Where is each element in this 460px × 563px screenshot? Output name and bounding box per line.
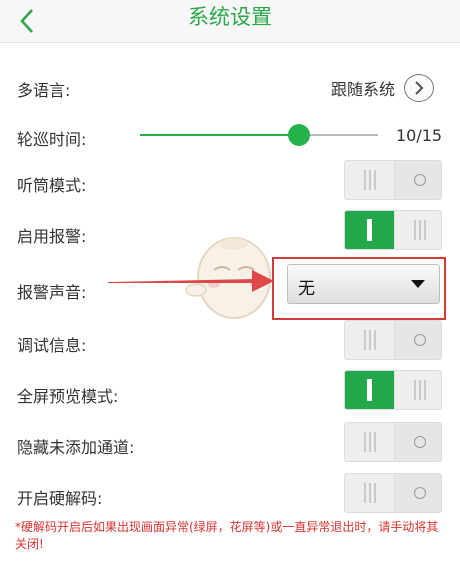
alarm-sound-select[interactable]: 无 — [287, 264, 440, 304]
hide-channels-toggle[interactable] — [344, 422, 442, 462]
circle-icon — [413, 436, 426, 448]
hide-channels-label: 隐藏未添加通道: — [17, 438, 135, 457]
language-label: 多语言: — [17, 81, 71, 100]
hw-decode-warning: *硬解码开启后如果出现画面异常(绿屏，花屏等)或一直异常退出时，请手动将其关闭! — [15, 520, 439, 551]
hw-decode-toggle[interactable] — [344, 473, 442, 513]
earpiece-mode-toggle[interactable] — [344, 160, 442, 200]
fullscreen-preview-toggle[interactable] — [344, 370, 442, 410]
language-value[interactable]: 跟随系统 — [331, 76, 395, 100]
hw-decode-label: 开启硬解码: — [17, 489, 103, 508]
mascot-icon — [185, 237, 271, 319]
red-arrow-icon — [108, 270, 274, 292]
enable-alarm-toggle[interactable] — [344, 210, 442, 250]
patrol-time-label: 轮巡时间: — [17, 130, 87, 149]
enable-alarm-label: 启用报警: — [17, 227, 87, 246]
circle-icon — [413, 174, 426, 186]
patrol-time-value: 10/15 — [396, 126, 443, 145]
dropdown-arrow-icon — [411, 280, 425, 288]
title-bar: 系统设置 — [0, 0, 460, 43]
earpiece-mode-label: 听筒模式: — [17, 176, 87, 195]
alarm-sound-selected: 无 — [298, 279, 315, 299]
debug-info-toggle[interactable] — [344, 320, 442, 360]
fullscreen-preview-label: 全屏预览模式: — [17, 387, 119, 406]
on-bar-icon — [367, 379, 372, 401]
slider-thumb[interactable] — [287, 124, 310, 146]
alarm-sound-label: 报警声音: — [17, 283, 87, 302]
slider-fill — [140, 134, 299, 136]
patrol-time-slider[interactable] — [140, 134, 378, 136]
chevron-right-icon[interactable] — [404, 74, 434, 102]
debug-info-label: 调试信息: — [17, 336, 87, 355]
circle-icon — [413, 487, 426, 499]
page-title: 系统设置 — [188, 5, 272, 29]
on-bar-icon — [367, 219, 372, 241]
circle-icon — [413, 334, 426, 346]
